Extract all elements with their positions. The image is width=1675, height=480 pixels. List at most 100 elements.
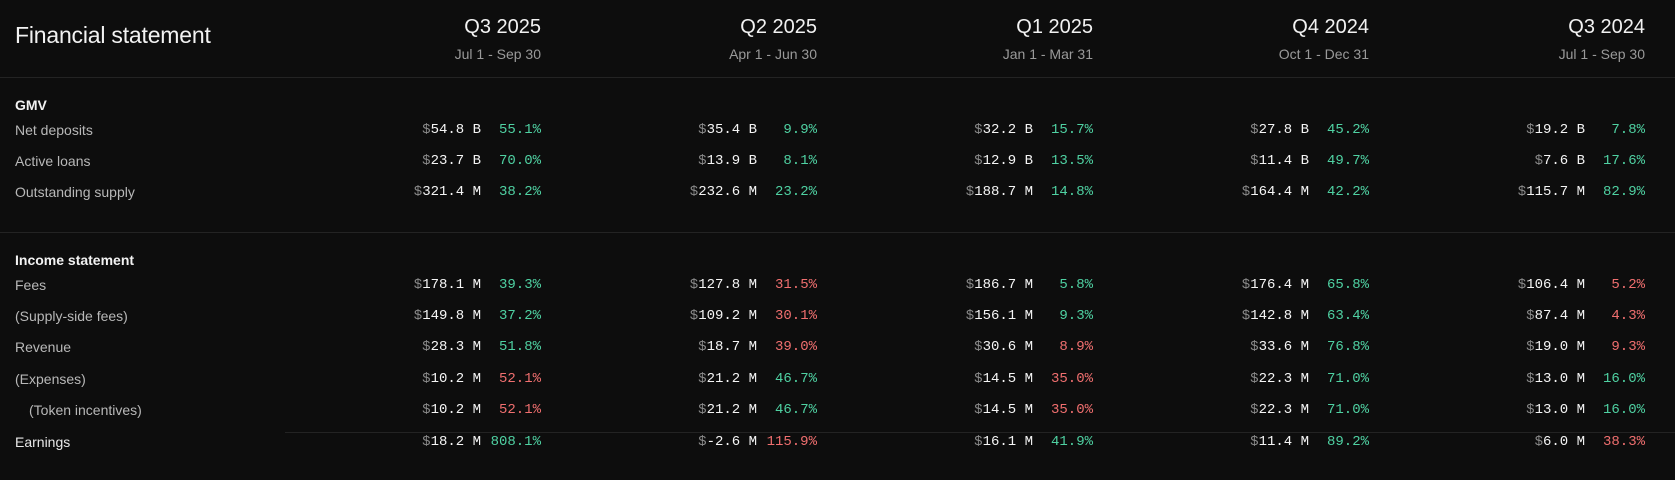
amount-number: 21.2 M — [706, 370, 757, 387]
income-statement-section: Income statement Fees $178.1 M 39.3% $127.8… — [0, 232, 1675, 480]
value-cell: $6.0 M 38.3% — [1445, 434, 1645, 452]
change-percent: 8.9% — [1059, 339, 1093, 356]
period-header-q3-2025: Q3 2025 Jul 1 - Sep 30 — [341, 14, 541, 64]
amount-value: $22.3 M — [1250, 371, 1309, 387]
row-label: Outstanding supply — [15, 184, 135, 201]
amount-number: 23.7 B — [430, 153, 481, 170]
amount-number: 149.8 M — [422, 308, 481, 325]
value-cell: $321.4 M 38.2% — [341, 184, 541, 202]
currency-symbol: $ — [422, 153, 431, 170]
section-title-income-statement: Income statement — [15, 252, 135, 268]
amount-value: $14.5 M — [974, 371, 1033, 387]
currency-symbol: $ — [974, 339, 983, 356]
value-cell: $21.2 M 46.7% — [617, 371, 817, 389]
amount-value: $164.4 M — [1242, 184, 1309, 200]
amount-number: 87.4 M — [1534, 308, 1585, 325]
value-cell: $28.3 M 51.8% — [341, 339, 541, 357]
amount-value: $321.4 M — [414, 184, 481, 200]
currency-symbol: $ — [1241, 184, 1251, 201]
gmv-section: GMV Net deposits $54.8 B 55.1% $35.4 B 9.9% $… — [0, 77, 1675, 233]
value-cell: $-2.6 M 115.9% — [617, 434, 817, 452]
amount-value: $232.6 M — [690, 184, 757, 200]
change-percent: 51.8% — [498, 339, 541, 356]
currency-symbol: $ — [1517, 277, 1527, 293]
amount-value: $30.6 M — [974, 339, 1033, 355]
change-percent: 808.1% — [490, 434, 541, 450]
currency-symbol: $ — [422, 401, 431, 418]
period-title: Q4 2024 — [1292, 16, 1369, 38]
currency-symbol: $ — [698, 153, 707, 170]
currency-symbol: $ — [965, 308, 975, 325]
change-percent: 13.5% — [1050, 153, 1093, 170]
period-range: Oct 1 - Dec 31 — [1278, 46, 1369, 62]
amount-value: $142.8 M — [1242, 308, 1309, 324]
change-percent: 5.2% — [1611, 277, 1645, 293]
change-percent: 4.3% — [1611, 308, 1645, 325]
amount-number: 35.4 B — [706, 122, 757, 138]
amount-number: 188.7 M — [974, 184, 1033, 201]
amount-value: $19.0 M — [1526, 339, 1585, 355]
amount-value: $109.2 M — [690, 308, 757, 324]
value-cell: $33.6 M 76.8% — [1169, 339, 1369, 357]
amount-value: $13.9 B — [698, 153, 757, 169]
currency-symbol: $ — [422, 122, 431, 138]
amount-value: $21.2 M — [698, 371, 757, 387]
value-cell: $32.2 B 15.7% — [893, 122, 1093, 140]
change-percent: 16.0% — [1602, 370, 1645, 387]
statement-row-net-deposits: Net deposits $54.8 B 55.1% $35.4 B 9.9% $32.2… — [0, 115, 1675, 146]
amount-value: $178.1 M — [414, 277, 481, 293]
value-cell: $164.4 M 42.2% — [1169, 184, 1369, 202]
amount-value: $18.2 M — [422, 434, 481, 450]
change-percent: 46.7% — [774, 401, 817, 418]
value-cell: $35.4 B 9.9% — [617, 122, 817, 140]
amount-value: $149.8 M — [414, 308, 481, 324]
value-cell: $21.2 M 46.7% — [617, 402, 817, 420]
amount-number: 18.7 M — [706, 339, 757, 356]
currency-symbol: $ — [1517, 184, 1527, 201]
amount-number: 19.0 M — [1534, 339, 1585, 356]
amount-value: $18.7 M — [698, 339, 757, 355]
change-percent: 17.6% — [1602, 153, 1645, 170]
statement-row-active-loans: Active loans $23.7 B 70.0% $13.9 B 8.1% $12.9… — [0, 146, 1675, 177]
amount-number: 12.9 B — [982, 153, 1033, 170]
value-cell: $27.8 B 45.2% — [1169, 122, 1369, 140]
amount-value: $11.4 B — [1250, 153, 1309, 169]
currency-symbol: $ — [974, 401, 983, 418]
amount-number: 176.4 M — [1250, 277, 1309, 293]
amount-value: $156.1 M — [966, 308, 1033, 324]
currency-symbol: $ — [413, 277, 423, 293]
currency-symbol: $ — [1250, 153, 1259, 170]
amount-number: 13.0 M — [1534, 370, 1585, 387]
value-cell: $232.6 M 23.2% — [617, 184, 817, 202]
amount-number: 13.0 M — [1534, 401, 1585, 418]
value-cell: $156.1 M 9.3% — [893, 308, 1093, 326]
change-percent: 52.1% — [498, 370, 541, 387]
currency-symbol: $ — [1250, 370, 1259, 387]
change-percent: 8.1% — [783, 153, 817, 170]
value-cell: $10.2 M 52.1% — [341, 371, 541, 389]
value-cell: $19.0 M 9.3% — [1445, 339, 1645, 357]
amount-value: $127.8 M — [690, 277, 757, 293]
change-percent: 5.8% — [1059, 277, 1093, 293]
change-percent: 39.3% — [498, 277, 541, 293]
value-cell: $7.6 B 17.6% — [1445, 153, 1645, 171]
currency-symbol: $ — [1250, 339, 1259, 356]
change-percent: 49.7% — [1326, 153, 1369, 170]
value-cell: $87.4 M 4.3% — [1445, 308, 1645, 326]
value-cell: $54.8 B 55.1% — [341, 122, 541, 140]
change-percent: 55.1% — [498, 122, 541, 138]
value-cell: $13.9 B 8.1% — [617, 153, 817, 171]
currency-symbol: $ — [1250, 434, 1259, 450]
amount-value: $22.3 M — [1250, 402, 1309, 418]
change-percent: 38.2% — [498, 184, 541, 201]
amount-number: 11.4 B — [1258, 153, 1309, 170]
change-percent: 35.0% — [1050, 401, 1093, 418]
value-cell: $176.4 M 65.8% — [1169, 277, 1369, 295]
currency-symbol: $ — [1526, 122, 1535, 138]
amount-number: 27.8 B — [1258, 122, 1309, 138]
value-cell: $11.4 M 89.2% — [1169, 434, 1369, 452]
value-cell: $22.3 M 71.0% — [1169, 371, 1369, 389]
row-label: Revenue — [15, 339, 72, 356]
value-cell: $149.8 M 37.2% — [341, 308, 541, 326]
statement-row-token-incentives: (Token incentives) $10.2 M 52.1% $21.2 M 46.… — [0, 395, 1675, 426]
